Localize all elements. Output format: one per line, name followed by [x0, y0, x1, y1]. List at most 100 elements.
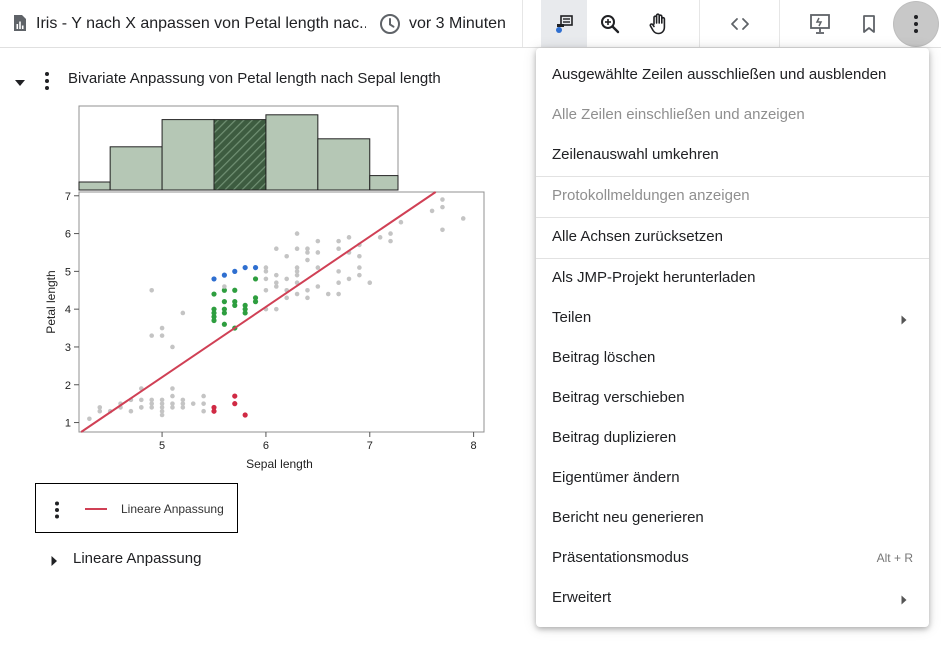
scatter-point	[159, 325, 165, 331]
menu-item-download-project[interactable]: Als JMP-Projekt herunterladen	[536, 258, 929, 298]
scatter-point	[336, 246, 341, 251]
scatter-point	[232, 393, 238, 399]
scatter-point	[170, 393, 175, 399]
fit-section-title[interactable]: Lineare Anpassung	[73, 550, 201, 567]
scatter-point	[221, 310, 227, 316]
scatter-point	[357, 265, 362, 270]
menu-shortcut: Alt + R	[876, 551, 913, 565]
pan-button[interactable]	[636, 0, 682, 47]
more-vert-icon	[55, 501, 59, 519]
scatter-point	[336, 291, 341, 297]
more-options-button[interactable]	[894, 2, 938, 46]
scatter-point	[149, 287, 154, 293]
scatter-point	[294, 246, 300, 251]
x-histogram-bar	[78, 181, 111, 191]
y-tick-label: 5	[65, 266, 71, 278]
scatter-point	[346, 276, 352, 282]
selection-mode-button[interactable]	[541, 0, 587, 47]
scatter-point	[357, 272, 362, 278]
menu-item-advanced[interactable]: Erweitert	[536, 578, 929, 618]
scatter-point	[170, 386, 175, 391]
scatter-point	[201, 408, 206, 414]
scatter-point	[346, 235, 352, 240]
scatter-point	[274, 306, 279, 312]
scatter-point	[221, 272, 227, 278]
plot-frame	[78, 191, 485, 433]
scatter-point	[242, 310, 248, 316]
menu-item-exclude-hide-rows[interactable]: Ausgewählte Zeilen ausschließen und ausb…	[536, 55, 929, 95]
x-axis-label: Sepal length	[246, 457, 313, 471]
report-options-button[interactable]	[44, 71, 50, 96]
menu-item-delete-post[interactable]: Beitrag löschen	[536, 338, 929, 378]
embed-code-button[interactable]	[717, 0, 763, 47]
legend-options-button[interactable]	[54, 501, 60, 524]
y-tick-label: 6	[65, 229, 71, 241]
menu-item-presentation-mode[interactable]: Präsentationsmodus Alt + R	[536, 538, 929, 578]
scatter-point	[305, 295, 310, 301]
scatter-point	[263, 265, 269, 270]
scatter-point	[294, 265, 300, 270]
scatter-point	[294, 231, 300, 236]
scatter-point	[252, 276, 259, 282]
menu-item-include-show-all-rows: Alle Zeilen einschließen und anzeigen	[552, 106, 805, 123]
scatter-point	[221, 299, 227, 305]
scatter-point	[305, 257, 310, 263]
scatter-point	[305, 287, 310, 293]
menu-item-duplicate-post[interactable]: Beitrag duplizieren	[536, 418, 929, 458]
bookmark-button[interactable]	[846, 0, 892, 47]
legend-label: Lineare Anpassung	[121, 502, 224, 516]
bivariate-plot[interactable]: 5 6 7 8 1 2 3 4 5 6 7 Sepal length Petal length	[0, 100, 520, 480]
scatter-point	[252, 264, 259, 271]
collapse-report-toggle[interactable]	[14, 74, 26, 92]
scatter-point	[325, 291, 331, 297]
menu-item-reset-axes[interactable]: Alle Achsen zurücksetzen	[536, 217, 929, 257]
menu-item-move-post[interactable]: Beitrag verschieben	[536, 378, 929, 418]
x-histogram-bar	[161, 119, 215, 191]
y-tick-label: 7	[65, 191, 71, 203]
scatter-point	[232, 302, 238, 308]
x-histogram-bar	[109, 146, 163, 191]
y-tick-label: 1	[65, 418, 71, 430]
zoom-button[interactable]	[587, 0, 633, 47]
scatter-point	[274, 272, 279, 278]
scatter-point	[180, 397, 186, 403]
scatter-point	[87, 416, 92, 422]
hand-icon	[649, 12, 666, 34]
scatter-point	[305, 246, 310, 251]
menu-item-invert-selection[interactable]: Zeilenauswahl umkehren	[536, 135, 929, 175]
menu-item-change-owner[interactable]: Eigentümer ändern	[536, 458, 929, 498]
scatter-point	[440, 227, 445, 233]
scatter-point	[336, 269, 341, 274]
report-title: Bivariate Anpassung von Petal length nac…	[68, 70, 441, 87]
toolbar-divider	[699, 0, 700, 47]
scatter-point	[190, 401, 196, 406]
scatter-point	[232, 287, 238, 293]
scatter-point	[159, 333, 165, 338]
scatter-point	[367, 280, 373, 286]
x-histogram-bar	[213, 119, 267, 191]
report-doc-icon	[13, 14, 27, 37]
scatter-point	[357, 253, 362, 259]
submenu-arrow-icon	[901, 592, 907, 610]
scatter-point	[252, 295, 259, 301]
clock-icon	[379, 13, 401, 40]
presentation-button[interactable]	[797, 0, 843, 47]
scatter-point	[211, 317, 217, 324]
scatter-point	[201, 393, 206, 399]
scatter-point	[170, 344, 175, 350]
expand-fit-toggle[interactable]	[50, 554, 58, 572]
scatter-point	[97, 405, 103, 410]
scatter-point	[429, 208, 435, 214]
zoom-in-icon	[601, 14, 620, 33]
scatter-point	[315, 265, 321, 270]
x-histogram-bar	[265, 114, 319, 191]
x-tick-label: 5	[159, 440, 165, 452]
menu-item-regenerate-report[interactable]: Bericht neu generieren	[536, 498, 929, 538]
scatter-point	[274, 284, 279, 289]
scatter-point	[336, 238, 341, 244]
x-tick-label: 7	[367, 440, 373, 452]
scatter-point	[242, 264, 248, 271]
menu-item-share[interactable]: Teilen	[536, 298, 929, 338]
scatter-point	[139, 405, 144, 410]
scatter-point	[388, 231, 393, 236]
